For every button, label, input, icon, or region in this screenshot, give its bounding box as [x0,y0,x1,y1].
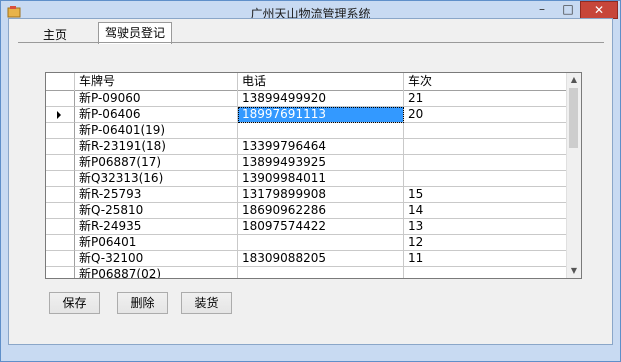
table-row[interactable]: 新P06887(02) [46,267,569,278]
cell-phone[interactable] [238,267,404,278]
cell-plate[interactable]: 新P-09060 [75,91,238,107]
cell-phone[interactable]: 18997691113 [238,107,404,123]
save-button[interactable]: 保存 [49,292,100,314]
cell-plate[interactable]: 新R-24935 [75,219,238,235]
table-row[interactable]: 新Q32313(16) 13909984011 [46,171,569,187]
cell-plate[interactable]: 新R-25793 [75,187,238,203]
table-row[interactable]: 新P-09060 13899499920 21 [46,91,569,107]
cell-trip[interactable]: 21 [404,91,569,107]
cell-plate[interactable]: 新P06887(02) [75,267,238,278]
scroll-up-arrow-icon[interactable]: ▲ [567,73,581,87]
current-row-arrow-icon [57,111,61,119]
row-header[interactable] [46,139,75,155]
row-header[interactable] [46,91,75,107]
cell-phone[interactable]: 18309088205 [238,251,404,267]
row-header[interactable] [46,107,75,123]
cell-plate[interactable]: 新R-23191(18) [75,139,238,155]
cell-trip[interactable]: 12 [404,235,569,251]
cell-plate[interactable]: 新P-06401(19) [75,123,238,139]
row-header[interactable] [46,187,75,203]
row-header[interactable] [46,171,75,187]
cell-trip[interactable]: 13 [404,219,569,235]
driver-data-grid[interactable]: 车牌号 电话 车次 新P-09060 13899499920 21 新P-06406 1… [45,72,582,279]
client-area: 主页 驾驶员登记 车牌号 电话 车次 新P-09060 13899499920 21… [8,18,613,345]
cell-plate[interactable]: 新P06401 [75,235,238,251]
close-button[interactable]: ✕ [580,1,618,19]
cell-plate[interactable]: 新P-06406 [75,107,238,123]
table-row[interactable]: 新R-23191(18) 13399796464 [46,139,569,155]
table-row[interactable]: 新R-25793 13179899908 15 [46,187,569,203]
cell-trip[interactable]: 11 [404,251,569,267]
cell-plate[interactable]: 新Q-32100 [75,251,238,267]
table-row[interactable]: 新P-06401(19) [46,123,569,139]
vertical-scrollbar[interactable]: ▲ ▼ [566,73,581,278]
cell-trip[interactable]: 20 [404,107,569,123]
cell-phone[interactable] [238,235,404,251]
minimize-button[interactable]: – [529,1,555,19]
cell-phone[interactable]: 13909984011 [238,171,404,187]
table-row[interactable]: 新Q-25810 18690962286 14 [46,203,569,219]
cell-phone[interactable]: 13399796464 [238,139,404,155]
cell-trip[interactable] [404,155,569,171]
cell-phone[interactable]: 18690962286 [238,203,404,219]
table-row[interactable]: 新Q-32100 18309088205 11 [46,251,569,267]
tab-driver-registration[interactable]: 驾驶员登记 [98,22,173,44]
row-header[interactable] [46,235,75,251]
delete-button[interactable]: 删除 [117,292,168,314]
grid-header: 车牌号 电话 车次 [46,73,569,91]
cell-plate[interactable]: 新Q32313(16) [75,171,238,187]
cell-phone[interactable]: 13179899908 [238,187,404,203]
cell-phone[interactable] [238,123,404,139]
row-header-corner [46,73,75,91]
scrollbar-thumb[interactable] [569,88,578,148]
cell-trip[interactable] [404,123,569,139]
tab-home[interactable]: 主页 [43,26,67,43]
column-header-plate[interactable]: 车牌号 [75,73,238,91]
row-header[interactable] [46,123,75,139]
column-header-trip[interactable]: 车次 [404,73,569,91]
cell-phone[interactable]: 18097574422 [238,219,404,235]
load-button[interactable]: 装货 [181,292,232,314]
row-header[interactable] [46,251,75,267]
row-header[interactable] [46,219,75,235]
scroll-down-arrow-icon[interactable]: ▼ [567,264,581,278]
tab-panel-border [18,42,604,43]
app-window: 广州天山物流管理系统 – □ ✕ 主页 驾驶员登记 车牌号 电话 车次 新P-0… [0,0,621,362]
cell-phone[interactable]: 13899493925 [238,155,404,171]
table-row[interactable]: 新P-06406 18997691113 20 [46,107,569,123]
row-header[interactable] [46,203,75,219]
cell-plate[interactable]: 新Q-25810 [75,203,238,219]
table-row[interactable]: 新P06401 12 [46,235,569,251]
row-header[interactable] [46,267,75,278]
cell-trip[interactable] [404,267,569,278]
cell-plate[interactable]: 新P06887(17) [75,155,238,171]
cell-trip[interactable]: 15 [404,187,569,203]
cell-trip[interactable] [404,139,569,155]
table-row[interactable]: 新P06887(17) 13899493925 [46,155,569,171]
column-header-phone[interactable]: 电话 [238,73,404,91]
cell-trip[interactable] [404,171,569,187]
table-row[interactable]: 新R-24935 18097574422 13 [46,219,569,235]
row-header[interactable] [46,155,75,171]
maximize-button[interactable]: □ [555,1,581,19]
cell-phone[interactable]: 13899499920 [238,91,404,107]
cell-trip[interactable]: 14 [404,203,569,219]
